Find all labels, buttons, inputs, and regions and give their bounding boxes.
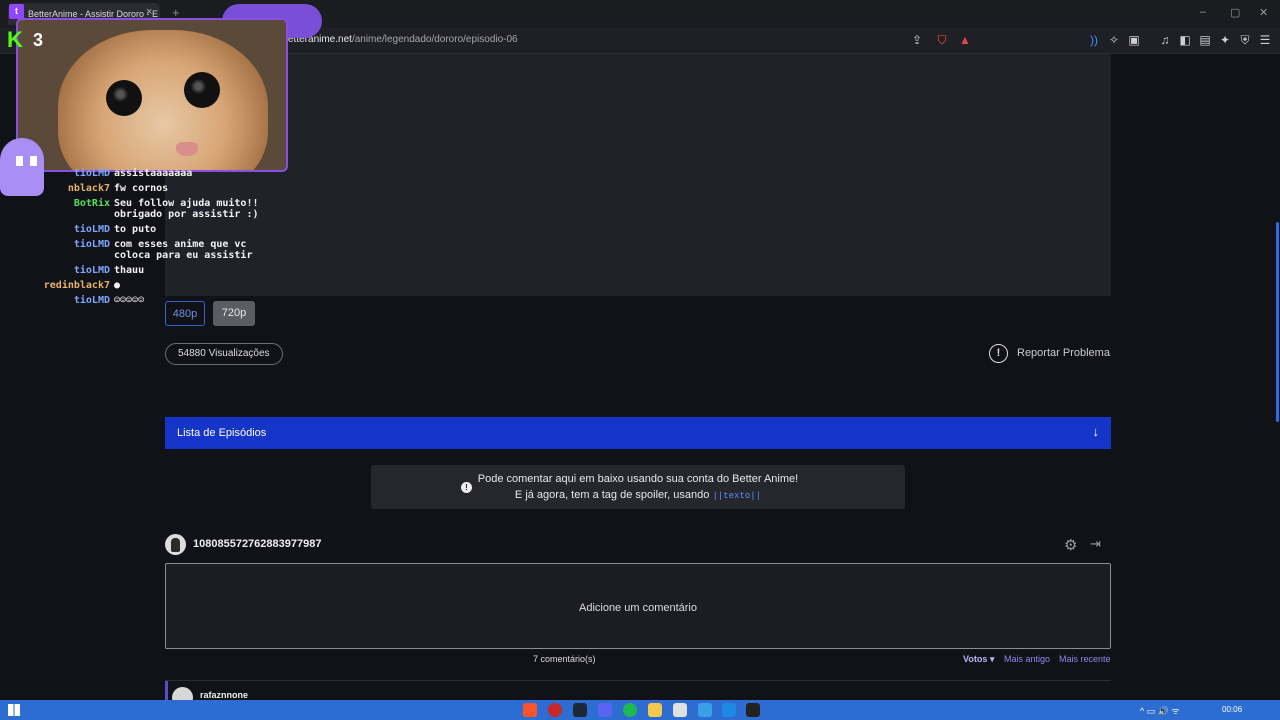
comment-input[interactable]: Adicione um comentário — [165, 563, 1111, 649]
share-icon[interactable]: ⇪ — [910, 33, 924, 47]
spotify-taskbar-icon[interactable] — [623, 703, 637, 717]
screenshot-icon[interactable]: ▣ — [1127, 33, 1141, 47]
chat-message: thauu — [114, 265, 145, 276]
kick-icon: K — [7, 27, 23, 52]
chat-message: Seu follow ajuda muito!! obrigado por as… — [114, 198, 259, 220]
ghost-eye-left — [16, 156, 23, 166]
cat-face — [58, 30, 268, 170]
chat-username: tioLMD — [73, 265, 110, 276]
video-player[interactable] — [165, 54, 1111, 296]
episode-list-toggle[interactable]: Lista de Episódios ↓ — [165, 417, 1111, 449]
url-field[interactable]: etteranime.net/anime/legendado/dororo/ep… — [288, 34, 518, 45]
sidebar-icon[interactable]: ◧ — [1178, 33, 1192, 47]
brave-shield-icon[interactable]: ⛉ — [935, 33, 949, 47]
alert-icon[interactable]: ! — [989, 344, 1008, 363]
logout-icon[interactable]: ⇥ — [1090, 536, 1101, 552]
chat-username: tioLMD — [73, 239, 110, 250]
download-taskbar-icon[interactable] — [722, 703, 736, 717]
audio-icon[interactable]: )) — [1087, 33, 1101, 47]
cat-eye-right — [184, 72, 220, 108]
taskbar-clock: 00:06 — [1222, 705, 1243, 714]
brave-taskbar-icon[interactable] — [523, 703, 537, 717]
spoiler-tag-example: ||texto|| — [712, 491, 762, 501]
chat-line: tioLMD thauu — [20, 265, 270, 276]
comment-count: 7 comentário(s) — [533, 654, 596, 664]
twitch-icon: t — [9, 4, 24, 19]
chat-username: redinblack7 — [43, 280, 110, 291]
chat-message: com esses anime que vc coloca para eu as… — [114, 239, 253, 261]
viewer-count: 3 — [33, 30, 44, 50]
taskbar — [0, 700, 1280, 720]
comment-accent-bar — [165, 681, 168, 700]
page-scrollbar[interactable] — [1276, 222, 1279, 422]
notice-line-2-text: E já agora, tem a tag de spoiler, usando — [514, 489, 710, 501]
discord-taskbar-icon[interactable] — [598, 703, 612, 717]
chat-username: BotRix — [73, 198, 110, 209]
chat-username: nblack7 — [67, 183, 110, 194]
windows-start-icon[interactable] — [8, 704, 20, 716]
edge-taskbar-icon[interactable] — [698, 703, 712, 717]
chat-message: to puto — [114, 224, 157, 235]
sort-oldest-button[interactable]: Mais antigo — [1004, 654, 1050, 664]
app-taskbar-icon[interactable] — [548, 703, 562, 717]
chat-message: ☺☺☺☺☺ — [114, 295, 145, 306]
sort-votes-button[interactable]: Votos ▾ — [963, 654, 994, 665]
store-taskbar-icon[interactable] — [673, 703, 687, 717]
gear-icon[interactable]: ⚙ — [1064, 536, 1077, 554]
stream-chat: tioLMD assistaaaaaaa nblack7 fw cornos BotRi… — [20, 168, 270, 310]
vpn-icon[interactable]: ⛨ — [1238, 33, 1252, 47]
cat-nose — [176, 142, 198, 156]
views-badge: 54880 Visualizações — [165, 343, 283, 365]
cat-eye-left — [106, 80, 142, 116]
chat-line: BotRix Seu follow ajuda muito!! obrigado … — [20, 198, 270, 220]
comment-notice: ! Pode comentar aqui em baixo usando sua… — [371, 465, 905, 509]
explorer-taskbar-icon[interactable] — [648, 703, 662, 717]
url-path: /anime/legendado/dororo/episodio-06 — [351, 34, 518, 45]
menu-icon[interactable]: ☰ — [1258, 33, 1272, 47]
leo-ai-icon[interactable]: ✦ — [1218, 33, 1232, 47]
close-tab-icon[interactable]: × — [146, 6, 152, 18]
brave-rewards-icon[interactable]: ▲ — [958, 33, 972, 47]
chat-username: tioLMD — [73, 168, 110, 179]
user-avatar[interactable] — [165, 534, 186, 555]
maximize-icon[interactable]: ▢ — [1230, 6, 1240, 19]
minimize-icon[interactable]: – — [1200, 6, 1206, 18]
system-tray[interactable]: ^ ▭ 🔊 ᯤ — [1140, 704, 1180, 717]
episode-list-label: Lista de Episódios — [177, 427, 267, 439]
webcam-overlay — [16, 18, 288, 172]
chat-line: tioLMD ☺☺☺☺☺ — [20, 295, 270, 306]
notice-line-2: E já agora, tem a tag de spoiler, usando… — [371, 489, 905, 501]
ghost-eye-right — [30, 156, 37, 166]
chat-message: ● — [114, 280, 121, 291]
user-id: 1080855727628839779​87 — [193, 538, 322, 550]
notice-line-1: Pode comentar aqui em baixo usando sua c… — [477, 473, 799, 485]
obs-taskbar-icon[interactable] — [746, 703, 760, 717]
chat-line: redinblack7 ● — [20, 280, 270, 291]
arrow-down-icon: ↓ — [1092, 424, 1100, 439]
divider — [165, 680, 1111, 681]
chat-message: fw cornos — [114, 183, 169, 194]
commenter-name[interactable]: rafaznnone — [200, 690, 248, 700]
report-problem-link[interactable]: Reportar Problema — [1017, 347, 1110, 359]
chat-line: nblack7 fw cornos — [20, 183, 270, 194]
wallet-icon[interactable]: ▤ — [1198, 33, 1212, 47]
chat-username: tioLMD — [73, 224, 110, 235]
extensions-icon[interactable]: ✧ — [1107, 33, 1121, 47]
chat-line: tioLMD assistaaaaaaa — [20, 168, 270, 179]
steam-taskbar-icon[interactable] — [573, 703, 587, 717]
sort-newest-button[interactable]: Mais recente — [1059, 654, 1111, 664]
chat-line: tioLMD to puto — [20, 224, 270, 235]
chat-username: tioLMD — [73, 295, 110, 306]
chat-line: tioLMD com esses anime que vc coloca para… — [20, 239, 270, 261]
chat-message: assistaaaaaaa — [114, 168, 193, 179]
music-icon[interactable]: ♫ — [1158, 33, 1172, 47]
close-window-icon[interactable]: ✕ — [1259, 6, 1268, 19]
comment-placeholder: Adicione um comentário — [578, 602, 697, 614]
